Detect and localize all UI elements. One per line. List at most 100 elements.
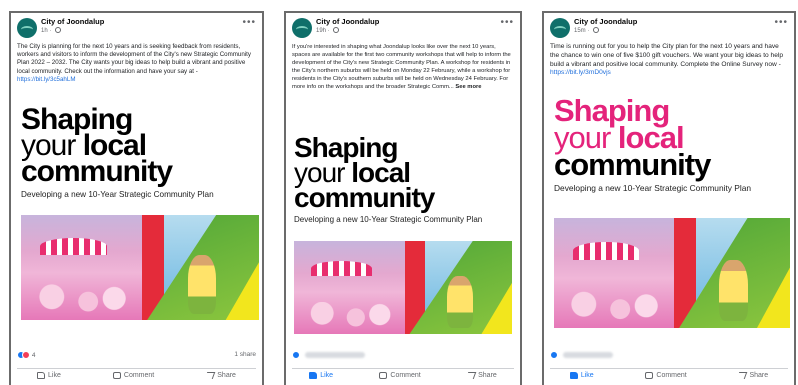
- reaction-count[interactable]: 4: [32, 352, 36, 359]
- more-options-icon[interactable]: •••: [500, 17, 514, 28]
- post-header: City of Joondalup 1h · •••: [11, 13, 262, 43]
- action-bar: Like Comment Share: [11, 372, 262, 379]
- girl-graphic: [446, 276, 473, 329]
- more-options-icon[interactable]: •••: [774, 17, 788, 28]
- love-reaction-icon: [22, 351, 30, 359]
- post-stats: [550, 351, 788, 365]
- like-label: Like: [48, 372, 61, 379]
- page-name[interactable]: City of Joondalup: [41, 17, 104, 26]
- share-label: Share: [217, 372, 236, 379]
- share-button[interactable]: Share: [465, 372, 497, 379]
- post-meta: 15m ·: [574, 27, 600, 34]
- comment-label: Comment: [123, 372, 155, 379]
- post-link[interactable]: https://bit.ly/3mD0vjs: [550, 69, 611, 76]
- comment-button[interactable]: Comment: [379, 372, 421, 379]
- see-more-link[interactable]: See more: [455, 84, 481, 90]
- like-button[interactable]: Like: [569, 372, 594, 379]
- post-header: City of Joondalup 19h · •••: [286, 13, 520, 43]
- post-footer: 4 1 share Like Comment Share: [11, 347, 262, 385]
- creative-text: Shaping your local community Developing …: [294, 134, 483, 225]
- post-text: If you're interested in shaping what Joo…: [286, 43, 520, 129]
- girl-graphic: [719, 259, 748, 322]
- creative-text: Shaping your local community Developing …: [21, 105, 214, 200]
- post-image[interactable]: Shaping your local community Developing …: [544, 87, 794, 352]
- globe-icon: [333, 27, 340, 33]
- facebook-post-2: City of Joondalup 19h · ••• If you're in…: [284, 11, 522, 385]
- share-label: Share: [749, 372, 769, 379]
- post-time[interactable]: 19h: [316, 28, 326, 34]
- photo-collage: [21, 215, 259, 320]
- people-graphic: [563, 290, 668, 324]
- like-button[interactable]: Like: [37, 372, 61, 379]
- page-avatar[interactable]: [292, 18, 312, 38]
- blurred-reaction-names: [304, 352, 365, 358]
- creative-text: Shaping your local community Developing …: [554, 95, 752, 193]
- post-footer: Like Comment Share: [544, 347, 794, 385]
- photo-collage: [294, 241, 512, 334]
- blurred-reaction-names: [562, 352, 613, 358]
- share-button[interactable]: Share: [204, 372, 236, 379]
- divider: [17, 368, 256, 369]
- facebook-post-3: City of Joondalup 15m · ••• Time is runn…: [542, 11, 796, 385]
- post-text: The City is planning for the next 10 yea…: [11, 43, 262, 103]
- post-stats: 4 1 share: [17, 351, 256, 365]
- globe-icon: [593, 27, 600, 33]
- creative-subtitle: Developing a new 10-Year Strategic Commu…: [21, 190, 214, 199]
- share-icon: [737, 372, 748, 379]
- people-graphic: [30, 284, 136, 316]
- comment-icon: [379, 372, 388, 379]
- post-meta: 19h ·: [316, 27, 340, 34]
- umbrella-graphic: [572, 242, 639, 260]
- people-graphic: [302, 302, 399, 331]
- comment-label: Comment: [390, 372, 421, 379]
- comment-icon: [112, 372, 121, 379]
- share-button[interactable]: Share: [737, 372, 769, 379]
- action-bar: Like Comment Share: [286, 372, 520, 379]
- photo-collage: [554, 218, 790, 328]
- page-avatar[interactable]: [550, 18, 570, 38]
- post-text: Time is running out for you to help the …: [544, 43, 794, 87]
- post-time[interactable]: 1h: [41, 28, 48, 34]
- share-icon: [204, 372, 216, 379]
- post-link[interactable]: https://bit.ly/3c5ahLM: [17, 76, 75, 83]
- post-body: Time is running out for you to help the …: [550, 43, 783, 68]
- facebook-post-1: City of Joondalup 1h · ••• The City is p…: [9, 11, 264, 385]
- page-name[interactable]: City of Joondalup: [316, 17, 379, 26]
- comment-button[interactable]: Comment: [645, 372, 687, 379]
- creative-headline: Shaping your local community: [294, 134, 482, 212]
- divider: [292, 368, 514, 369]
- like-button[interactable]: Like: [309, 372, 333, 379]
- divider: [550, 368, 788, 369]
- post-time[interactable]: 15m: [574, 28, 586, 34]
- comment-button[interactable]: Comment: [112, 372, 155, 379]
- headline-line-3: community: [21, 155, 173, 188]
- post-body: The City is planning for the next 10 yea…: [17, 43, 251, 75]
- globe-icon: [55, 27, 62, 33]
- thumbs-up-icon: [569, 372, 578, 379]
- page-avatar[interactable]: [17, 18, 37, 38]
- post-image[interactable]: Shaping your local community Developing …: [286, 129, 520, 359]
- share-icon: [465, 372, 477, 379]
- like-label: Like: [320, 372, 334, 379]
- post-footer: Like Comment Share: [286, 347, 520, 385]
- umbrella-graphic: [311, 261, 373, 277]
- creative-subtitle: Developing a new 10-Year Strategic Commu…: [294, 215, 483, 224]
- creative-headline: Shaping your local community: [21, 105, 214, 188]
- share-count[interactable]: 1 share: [234, 351, 256, 358]
- post-meta: 1h ·: [41, 27, 62, 34]
- thumbs-up-icon: [309, 372, 318, 379]
- thumbs-up-icon: [37, 372, 46, 379]
- creative-subtitle: Developing a new 10-Year Strategic Commu…: [554, 183, 752, 193]
- post-header: City of Joondalup 15m · •••: [544, 13, 794, 43]
- post-stats: [292, 351, 514, 365]
- girl-graphic: [187, 254, 217, 314]
- like-label: Like: [580, 372, 594, 379]
- umbrella-graphic: [40, 238, 107, 255]
- like-reaction-icon: [292, 351, 300, 359]
- like-reaction-icon: [550, 351, 558, 359]
- action-bar: Like Comment Share: [544, 372, 794, 379]
- comment-label: Comment: [656, 372, 687, 379]
- post-image[interactable]: Shaping your local community Developing …: [11, 103, 262, 363]
- more-options-icon[interactable]: •••: [242, 17, 256, 28]
- page-name[interactable]: City of Joondalup: [574, 17, 637, 26]
